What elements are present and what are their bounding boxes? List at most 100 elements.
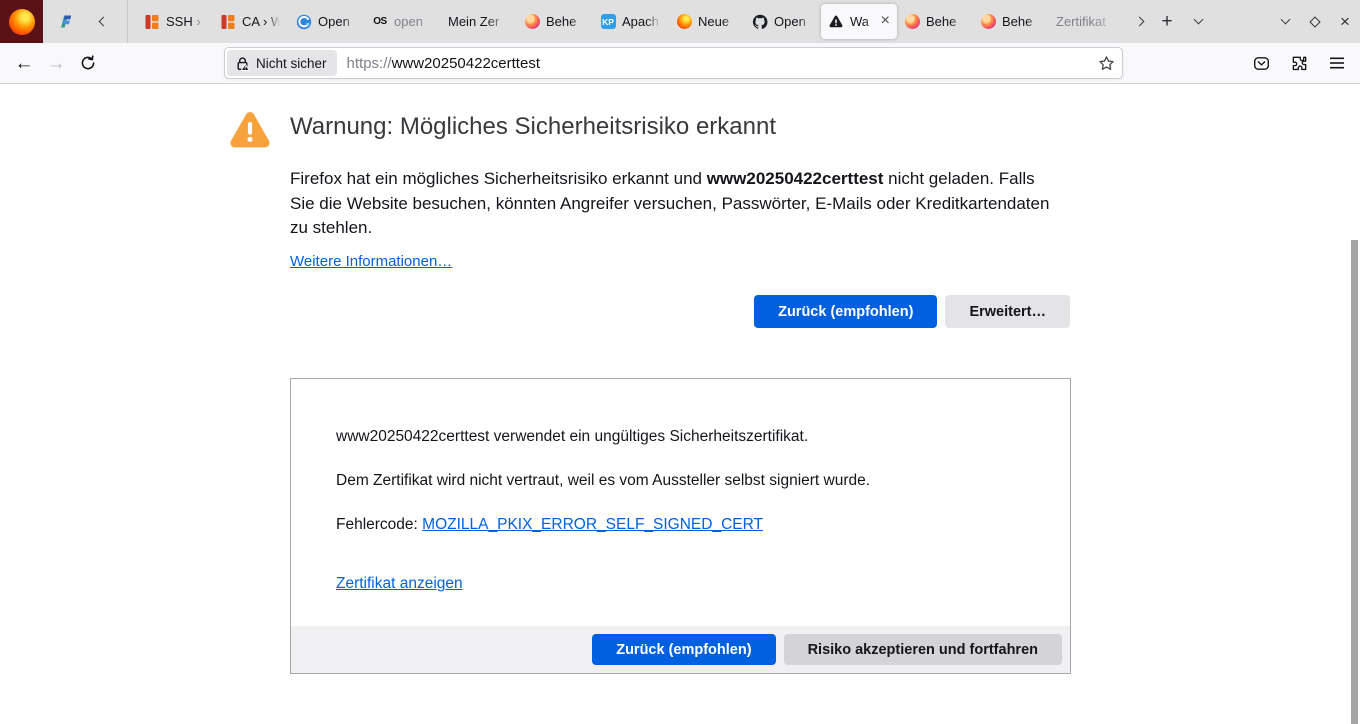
app-menu-button[interactable]: [1322, 48, 1352, 78]
tab-bar: SSH › CA › W Open OS open Mein Zer Behe KP Apach…: [0, 0, 1360, 43]
firefox-favicon: [676, 14, 692, 30]
window-controls: ×: [1215, 0, 1360, 43]
tab-label: Behe: [1002, 14, 1042, 29]
window-maximize-button[interactable]: [1303, 10, 1327, 34]
site-security-chip[interactable]: Nicht sicher: [227, 50, 337, 76]
fx-support-favicon: [524, 14, 540, 30]
pinned-tab[interactable]: [43, 0, 89, 43]
tab-label: open: [394, 14, 434, 29]
tab-label: Wa: [850, 14, 875, 29]
tab-label: CA › W: [242, 14, 282, 29]
new-tab-button[interactable]: +: [1153, 0, 1181, 43]
warning-triangle-icon: [228, 111, 272, 151]
intro-text-before: Firefox hat ein mögliches Sicherheitsris…: [290, 169, 707, 188]
fx-support-favicon: [980, 14, 996, 30]
chevron-right-icon: [1134, 17, 1144, 27]
tab[interactable]: Neue: [669, 0, 745, 43]
star-icon: [1098, 55, 1115, 72]
warning-dark-favicon: [828, 14, 844, 30]
error-code-line: Fehlercode: MOZILLA_PKIX_ERROR_SELF_SIGN…: [336, 516, 763, 534]
os-favicon: OS: [372, 14, 388, 30]
url-host: www20250422certtest: [392, 55, 540, 72]
maximize-icon: [1309, 16, 1320, 27]
firefox-logo-corner: [0, 0, 43, 43]
toolbar-right-icons: [1246, 48, 1352, 78]
brick-favicon: [220, 14, 236, 30]
url-bar[interactable]: Nicht sicher https://www20250422certtest: [224, 47, 1123, 79]
go-back-button[interactable]: Zurück (empfohlen): [754, 295, 937, 328]
tab[interactable]: SSH ›: [137, 0, 213, 43]
forward-arrow-icon: →: [47, 54, 66, 73]
extensions-button[interactable]: [1284, 48, 1314, 78]
tab-close-button[interactable]: ×: [881, 13, 890, 31]
intro-paragraph: Firefox hat ein mögliches Sicherheitsris…: [290, 167, 1062, 241]
tab[interactable]: CA › W: [213, 0, 289, 43]
tab[interactable]: Open: [745, 0, 821, 43]
list-all-tabs-button[interactable]: [1181, 0, 1215, 43]
panel-go-back-button[interactable]: Zurück (empfohlen): [592, 634, 775, 665]
insecure-lock-icon: [235, 56, 250, 71]
tab[interactable]: Behe: [897, 0, 973, 43]
tab-label: Open: [318, 14, 358, 29]
pinned-tab-favicon: [58, 14, 74, 30]
tab-label: Open: [774, 14, 814, 29]
pocket-icon: [1253, 55, 1270, 72]
learn-more-link[interactable]: Weitere Informationen…: [290, 253, 452, 270]
intro-hostname: www20250422certtest: [707, 169, 884, 188]
advanced-panel: www20250422certtest verwendet ein ungült…: [290, 378, 1071, 674]
chevron-left-icon: [98, 17, 108, 27]
github-favicon: [752, 14, 768, 30]
blue-circle-favicon: [296, 14, 312, 30]
reload-button[interactable]: [72, 48, 104, 78]
tab-label: Neue: [698, 14, 738, 29]
error-page: Warnung: Mögliches Sicherheitsrisiko erk…: [0, 84, 1360, 723]
tab[interactable]: OS open: [365, 0, 441, 43]
error-code-link[interactable]: MOZILLA_PKIX_ERROR_SELF_SIGNED_CERT: [422, 516, 763, 533]
tab-label: Behe: [926, 14, 966, 29]
fx-support-favicon: [904, 14, 920, 30]
tab-label: Apach: [622, 14, 662, 29]
brick-favicon: [144, 14, 160, 30]
tab[interactable]: Zertifikat: [1049, 0, 1125, 43]
accept-risk-button[interactable]: Risiko akzeptieren und fortfahren: [784, 634, 1062, 665]
window-close-button[interactable]: ×: [1333, 10, 1357, 34]
panel-footer: Zurück (empfohlen) Risiko akzeptieren un…: [291, 626, 1070, 673]
tab-strip-divider: [127, 0, 128, 43]
tab[interactable]: Open: [289, 0, 365, 43]
window-minimize-button[interactable]: [1273, 10, 1297, 34]
tab[interactable]: KP Apach: [593, 0, 669, 43]
navigation-toolbar: ← → Nicht sicher https://www20250422cert…: [0, 43, 1360, 84]
page-scrollbar-thumb[interactable]: [1351, 240, 1358, 724]
tab-label: Behe: [546, 14, 586, 29]
advanced-button[interactable]: Erweitert…: [945, 295, 1070, 328]
minimize-icon: [1280, 15, 1290, 25]
tab-strip: SSH › CA › W Open OS open Mein Zer Behe KP Apach…: [137, 0, 1125, 43]
scroll-tabs-right-button[interactable]: [1125, 0, 1153, 43]
tab-label: Zertifikat: [1056, 14, 1118, 29]
tab-label: Mein Zer: [448, 14, 510, 29]
back-button[interactable]: ←: [8, 48, 40, 78]
close-icon: ×: [1340, 13, 1350, 30]
tab-label: SSH ›: [166, 14, 206, 29]
forward-button[interactable]: →: [40, 48, 72, 78]
cert-invalid-text: www20250422certtest verwendet ein ungült…: [336, 428, 808, 446]
page-title: Warnung: Mögliches Sicherheitsrisiko erk…: [290, 113, 776, 141]
url-text: https://www20250422certtest: [347, 55, 1092, 72]
tab[interactable]: Behe: [517, 0, 593, 43]
scroll-tabs-left-button[interactable]: [89, 0, 117, 43]
pocket-button[interactable]: [1246, 48, 1276, 78]
puzzle-piece-icon: [1291, 55, 1308, 72]
chevron-down-icon: [1193, 15, 1203, 25]
tab[interactable]: Behe: [973, 0, 1049, 43]
reload-icon: [80, 55, 96, 71]
view-certificate-link[interactable]: Zertifikat anzeigen: [336, 575, 463, 593]
tab-active[interactable]: Wa ×: [821, 4, 897, 39]
bookmark-star-button[interactable]: [1092, 50, 1120, 76]
kp-favicon: KP: [600, 14, 616, 30]
cert-reason-text: Dem Zertifikat wird nicht vertraut, weil…: [336, 472, 870, 490]
hamburger-menu-icon: [1329, 56, 1345, 70]
tab[interactable]: Mein Zer: [441, 0, 517, 43]
url-scheme: https://: [347, 55, 392, 72]
back-arrow-icon: ←: [15, 54, 34, 73]
error-code-label: Fehlercode:: [336, 516, 422, 533]
